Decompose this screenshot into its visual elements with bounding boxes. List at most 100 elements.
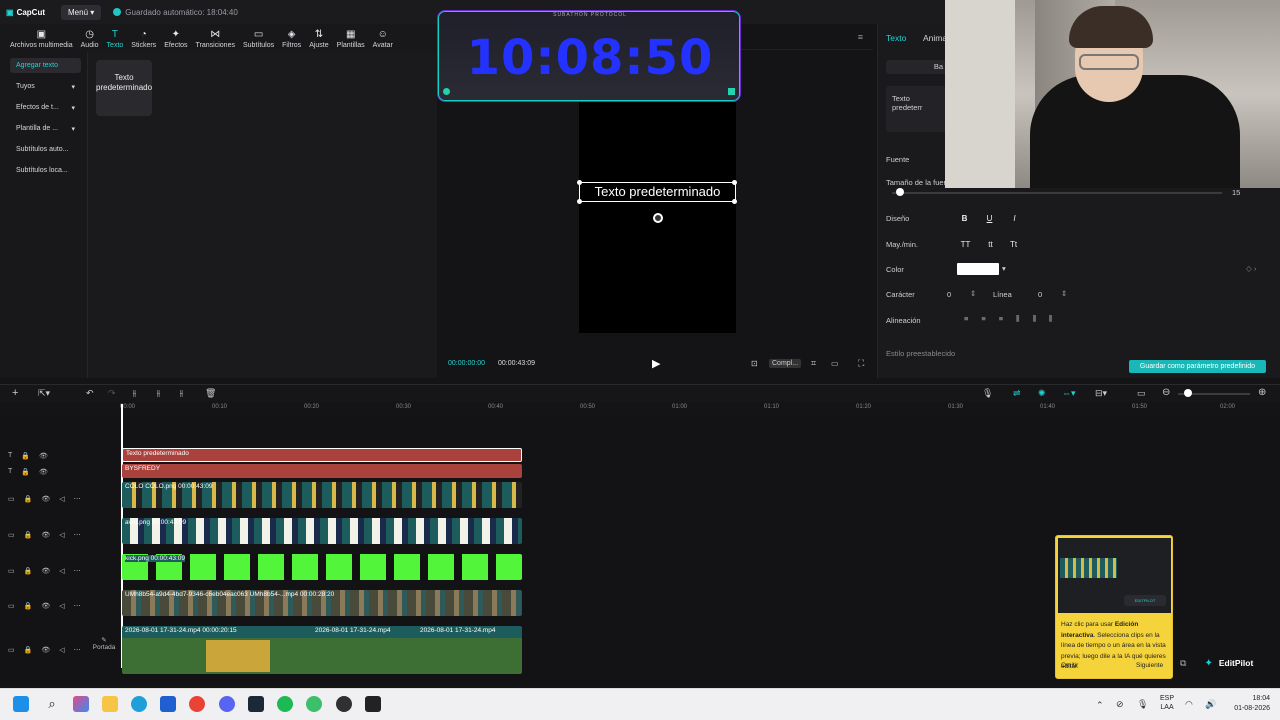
uppercase-button[interactable]: TT [958, 238, 973, 251]
preview-axis-icon[interactable]: ⇔▾ [1062, 388, 1076, 399]
nav-text-effects[interactable]: Efectos de t... ▾ [10, 100, 81, 115]
size-slider-thumb[interactable] [896, 188, 904, 196]
track-controls[interactable]: ▭ 🔒 👁 ◁ ⋯ [8, 646, 81, 654]
chevron-down-icon[interactable]: ▾ [1002, 264, 1006, 273]
timeline-ruler[interactable]: 00:00 00:10 00:20 00:30 00:40 00:50 01:0… [120, 404, 1280, 416]
split-icon[interactable]: ⫲ [133, 388, 136, 399]
default-text-card[interactable]: Texto predeterminado [96, 60, 152, 116]
fit-icon[interactable]: ⊡ [751, 359, 758, 368]
caption-icon[interactable]: ▭ [1137, 388, 1146, 399]
spotify-icon[interactable] [277, 696, 293, 712]
italic-button[interactable]: I [1007, 212, 1022, 225]
store-icon[interactable] [160, 696, 176, 712]
tab-animation[interactable]: Anima [923, 33, 947, 43]
preview-text-box[interactable]: Texto predeterminado [579, 182, 736, 202]
nav-auto-captions[interactable]: Subtítulos auto... [10, 142, 81, 157]
menu-icon[interactable]: ≡ [858, 32, 863, 42]
obs-icon[interactable] [336, 696, 352, 712]
tool-subtitles[interactable]: ▭ Subtítulos [239, 30, 278, 52]
rotate-handle-icon[interactable] [653, 213, 663, 223]
track-controls[interactable]: ▭ 🔒 👁 ◁ ⋯ [8, 495, 81, 503]
tab-text[interactable]: Texto [886, 33, 906, 43]
chrome-icon[interactable] [189, 696, 205, 712]
link-icon[interactable]: ⇌ [1013, 388, 1021, 399]
chevron-up-icon[interactable]: ⌃ [1096, 700, 1104, 711]
color-swatch[interactable] [957, 263, 999, 275]
text-clip[interactable]: Texto predeterminado [122, 448, 522, 462]
edge-icon[interactable] [131, 696, 147, 712]
quality-icon[interactable]: ▭ [831, 359, 839, 368]
tool-stickers[interactable]: ◔ Stickers [127, 30, 160, 52]
char-spacing-value[interactable]: 0 [947, 290, 951, 299]
tool-effects[interactable]: ✦ Efectos [160, 30, 191, 52]
ratio-select[interactable]: Compl... [769, 359, 802, 368]
track-controls[interactable]: T 🔒 👁 [8, 468, 48, 476]
tool-filters[interactable]: ◈ Filtros [278, 30, 305, 52]
size-slider[interactable] [892, 192, 1222, 194]
line-spacing-value[interactable]: 0 [1038, 290, 1042, 299]
resize-handle[interactable] [732, 180, 737, 185]
network-icon[interactable]: ⊘ [1116, 699, 1124, 710]
tool-avatar[interactable]: ☺ Avatar [369, 30, 397, 52]
titlecase-button[interactable]: Tt [1006, 238, 1021, 251]
tool-audio[interactable]: ◷ Audio [77, 30, 103, 52]
steam-icon[interactable] [248, 696, 264, 712]
play-icon[interactable]: ▶ [652, 357, 660, 370]
track-controls[interactable]: ▭ 🔒 👁 ◁ ⋯ [8, 567, 81, 575]
clock[interactable]: 18:04 01-08-2026 [1218, 694, 1270, 714]
stepper-icon[interactable]: ⇕ [970, 289, 976, 298]
nav-yours[interactable]: Tuyos ▾ [10, 79, 81, 94]
resize-handle[interactable] [577, 199, 582, 204]
text-content-input[interactable]: Texto predeterr [886, 86, 946, 132]
lowercase-button[interactable]: tt [983, 238, 998, 251]
tool-transitions[interactable]: ⋈ Transiciones [192, 30, 239, 52]
file-explorer-icon[interactable] [102, 696, 118, 712]
start-icon[interactable] [13, 696, 29, 712]
nav-add-text[interactable]: Agregar texto [10, 58, 81, 73]
stepper-icon[interactable]: ⇕ [1061, 289, 1067, 298]
select-tool-icon[interactable]: ⇱▾ [38, 388, 50, 399]
copilot-icon[interactable] [73, 696, 89, 712]
zoom-in-icon[interactable]: ⊕ [1258, 387, 1266, 398]
basic-button[interactable]: Ba [886, 60, 946, 74]
capcut-icon[interactable] [365, 696, 381, 712]
magnet-icon[interactable]: ✺ [1038, 388, 1046, 399]
editpilot-button[interactable]: ⧉ ✦ EditPilot [1180, 652, 1280, 674]
fullscreen-icon[interactable]: ⛶ [858, 358, 864, 369]
image-clip[interactable]: aver.png 00:00:43:09 [122, 518, 522, 544]
cover-button[interactable]: ✎ Portada [90, 636, 118, 664]
main-video-clip[interactable]: 2026-08-01 17-31-24.mp4 00:00:20:15 2026… [122, 626, 522, 674]
nav-text-templates[interactable]: Plantilla de ... ▾ [10, 121, 81, 136]
zoom-slider-thumb[interactable] [1184, 389, 1192, 397]
redo-icon[interactable]: ↷ [108, 388, 116, 399]
split-left-icon[interactable]: ⫲ [157, 388, 160, 399]
text-clip[interactable]: BYSFREDY [122, 464, 522, 478]
search-icon[interactable]: ⌕ [44, 696, 60, 712]
delete-icon[interactable]: 🗑 [205, 388, 216, 399]
underline-button[interactable]: U [982, 212, 997, 225]
chrome-alt-icon[interactable] [306, 696, 322, 712]
tool-templates[interactable]: ▦ Plantillas [333, 30, 369, 52]
track-controls[interactable]: ▭ 🔒 👁 ◁ ⋯ [8, 531, 81, 539]
save-preset-button[interactable]: Guardar como parámetro predefinido [1129, 360, 1266, 373]
align-clips-icon[interactable]: ⊟▾ [1095, 388, 1107, 399]
track-controls[interactable]: T 🔒 👁 [8, 452, 48, 460]
video-clip[interactable]: UMh8b54-a9d4-4bd7-9346-c6eb04eac063 UMh8… [122, 590, 522, 616]
volume-icon[interactable]: 🔊 [1205, 699, 1216, 710]
bold-button[interactable]: B [957, 212, 972, 225]
track-controls[interactable]: ▭ 🔒 👁 ◁ ⋯ [8, 602, 81, 610]
language-indicator[interactable]: ESP LAA [1160, 694, 1174, 712]
keyframe-icon[interactable]: ◇ › [1246, 264, 1256, 273]
tool-adjust[interactable]: ⇅ Ajuste [305, 30, 332, 52]
resize-handle[interactable] [732, 199, 737, 204]
tool-media[interactable]: ▣ Archivos multimedia [6, 30, 77, 52]
add-icon[interactable]: + [12, 387, 18, 399]
menu-button[interactable]: Menú ▾ [61, 4, 102, 20]
alignment-icons[interactable]: ≡≡≡⫼⫼⫼ [964, 314, 1065, 324]
next-button[interactable]: Siguiente [1136, 662, 1163, 669]
image-clip[interactable]: COLO COLO.png 00:00:43:09 [122, 482, 522, 508]
nav-local-captions[interactable]: Subtítulos loca... [10, 163, 81, 178]
mic-icon[interactable]: 🎙 [1137, 699, 1148, 710]
split-right-icon[interactable]: ⫲ [180, 388, 183, 399]
undo-icon[interactable]: ↶ [86, 388, 94, 399]
